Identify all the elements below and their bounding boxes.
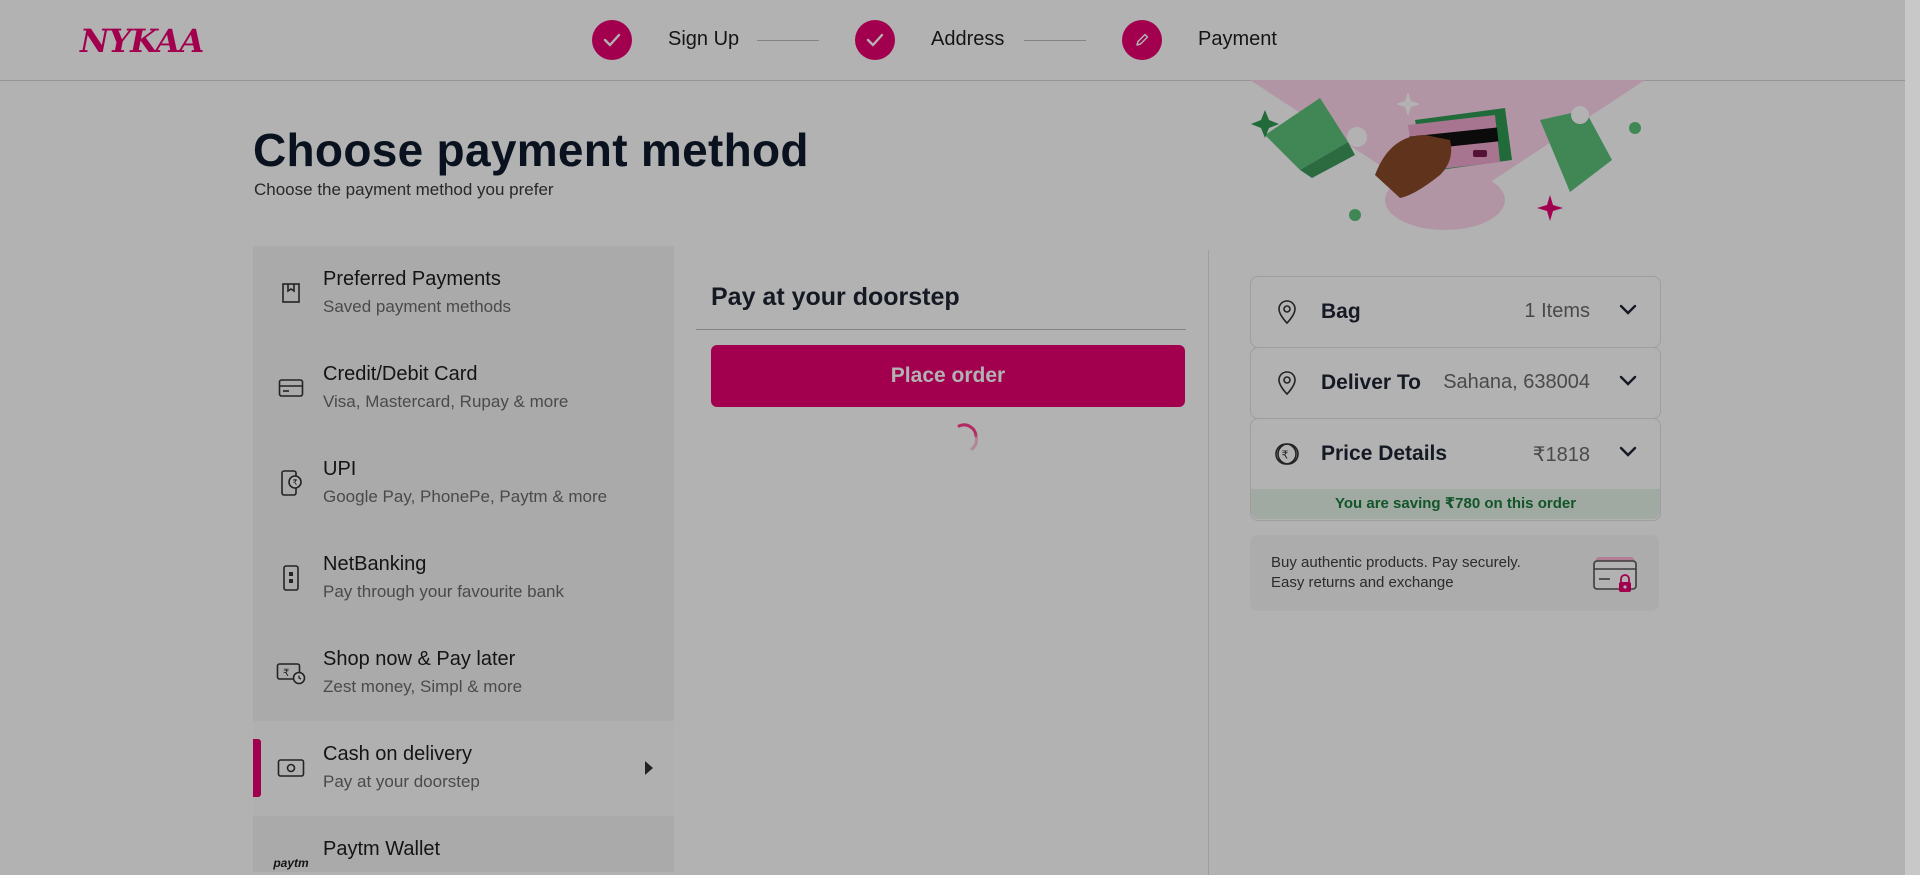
chevron-down-icon[interactable] <box>1618 445 1638 464</box>
section-divider <box>696 329 1186 330</box>
vertical-scrollbar[interactable] <box>1905 0 1920 875</box>
method-title: Cash on delivery <box>323 743 472 765</box>
svg-text:₹: ₹ <box>283 668 289 679</box>
method-title: Preferred Payments <box>323 268 501 290</box>
deliver-to-card[interactable]: Deliver To Sahana, 638004 <box>1250 347 1661 419</box>
method-paytm-wallet[interactable]: paytm Paytm Wallet <box>253 816 674 872</box>
bag-count: 1 Items <box>1524 300 1590 322</box>
pay-later-icon: ₹ <box>273 655 309 691</box>
price-details-card[interactable]: ₹ Price Details ₹1818 You are saving ₹78… <box>1250 418 1661 521</box>
bookmark-icon <box>273 275 309 311</box>
paytm-logo-text: paytm <box>273 856 309 870</box>
secure-card-icon <box>1593 557 1637 592</box>
method-netbanking[interactable]: NetBanking Pay through your favourite ba… <box>253 531 674 626</box>
step-address-label: Address <box>931 28 1005 50</box>
step-connector <box>757 40 819 41</box>
svg-text:₹: ₹ <box>293 478 298 487</box>
method-subtitle: Pay at your doorstep <box>323 772 480 791</box>
chevron-down-icon[interactable] <box>1618 303 1638 322</box>
top-header: NYKAA Sign Up Address Payment <box>0 0 1920 81</box>
step-address-check-icon <box>855 20 895 60</box>
place-order-button[interactable]: Place order <box>711 345 1185 407</box>
method-title: Shop now & Pay later <box>323 648 516 670</box>
payment-illustration <box>1250 80 1645 230</box>
deliver-to-label: Deliver To <box>1321 371 1421 394</box>
method-pay-later[interactable]: ₹ Shop now & Pay later Zest money, Simpl… <box>253 626 674 721</box>
bag-label: Bag <box>1321 300 1361 323</box>
active-indicator <box>253 739 261 797</box>
step-signup-check-icon <box>592 20 632 60</box>
loading-spinner-icon <box>957 423 978 451</box>
step-connector <box>1024 40 1086 41</box>
cod-section-title: Pay at your doorstep <box>711 283 960 311</box>
price-details-label: Price Details <box>1321 442 1448 465</box>
page-subtitle: Choose the payment method you prefer <box>254 180 554 199</box>
trust-text: Buy authentic products. Pay securely. Ea… <box>1271 553 1521 593</box>
svg-text:₹: ₹ <box>1282 449 1289 462</box>
upi-icon: ₹ <box>273 465 309 501</box>
method-credit-debit-card[interactable]: Credit/Debit Card Visa, Mastercard, Rupa… <box>253 341 674 436</box>
method-subtitle: Zest money, Simpl & more <box>323 677 523 696</box>
location-pin-icon <box>1273 298 1301 326</box>
bag-summary-card[interactable]: Bag 1 Items <box>1250 276 1661 348</box>
panel-divider <box>1208 250 1209 875</box>
caret-right-icon <box>643 759 655 782</box>
chevron-down-icon[interactable] <box>1618 374 1638 393</box>
savings-banner: You are saving ₹780 on this order <box>1251 489 1660 519</box>
bank-icon <box>273 560 309 596</box>
trust-banner: Buy authentic products. Pay securely. Ea… <box>1250 535 1659 611</box>
method-subtitle: Saved payment methods <box>323 297 512 316</box>
step-payment-label: Payment <box>1198 28 1277 50</box>
method-upi[interactable]: ₹ UPI Google Pay, PhonePe, Paytm & more <box>253 436 674 531</box>
method-subtitle: Pay through your favourite bank <box>323 582 564 601</box>
method-title: Credit/Debit Card <box>323 363 478 385</box>
step-payment-pencil-icon <box>1122 20 1162 60</box>
nykaa-logo[interactable]: NYKAA <box>80 22 204 60</box>
method-subtitle: Visa, Mastercard, Rupay & more <box>323 392 569 411</box>
method-title: Paytm Wallet <box>323 838 441 860</box>
paytm-icon: paytm <box>273 845 309 872</box>
rupee-coin-icon: ₹ <box>1273 440 1301 468</box>
location-pin-icon <box>1273 369 1301 397</box>
method-preferred-payments[interactable]: Preferred Payments Saved payment methods <box>253 246 674 341</box>
price-total: ₹1818 <box>1532 444 1590 466</box>
step-signup-label: Sign Up <box>668 28 740 50</box>
cash-icon <box>273 750 309 786</box>
method-title: UPI <box>323 458 357 480</box>
deliver-to-address: Sahana, 638004 <box>1443 371 1590 393</box>
card-icon <box>273 370 309 406</box>
page-title: Choose payment method <box>253 124 809 176</box>
method-cash-on-delivery[interactable]: Cash on delivery Pay at your doorstep <box>253 721 674 816</box>
method-title: NetBanking <box>323 553 427 575</box>
method-subtitle: Google Pay, PhonePe, Paytm & more <box>323 487 608 506</box>
trust-line-2: Easy returns and exchange <box>1271 574 1454 591</box>
payment-method-list: Preferred Payments Saved payment methods… <box>253 246 674 872</box>
trust-line-1: Buy authentic products. Pay securely. <box>1271 554 1521 571</box>
